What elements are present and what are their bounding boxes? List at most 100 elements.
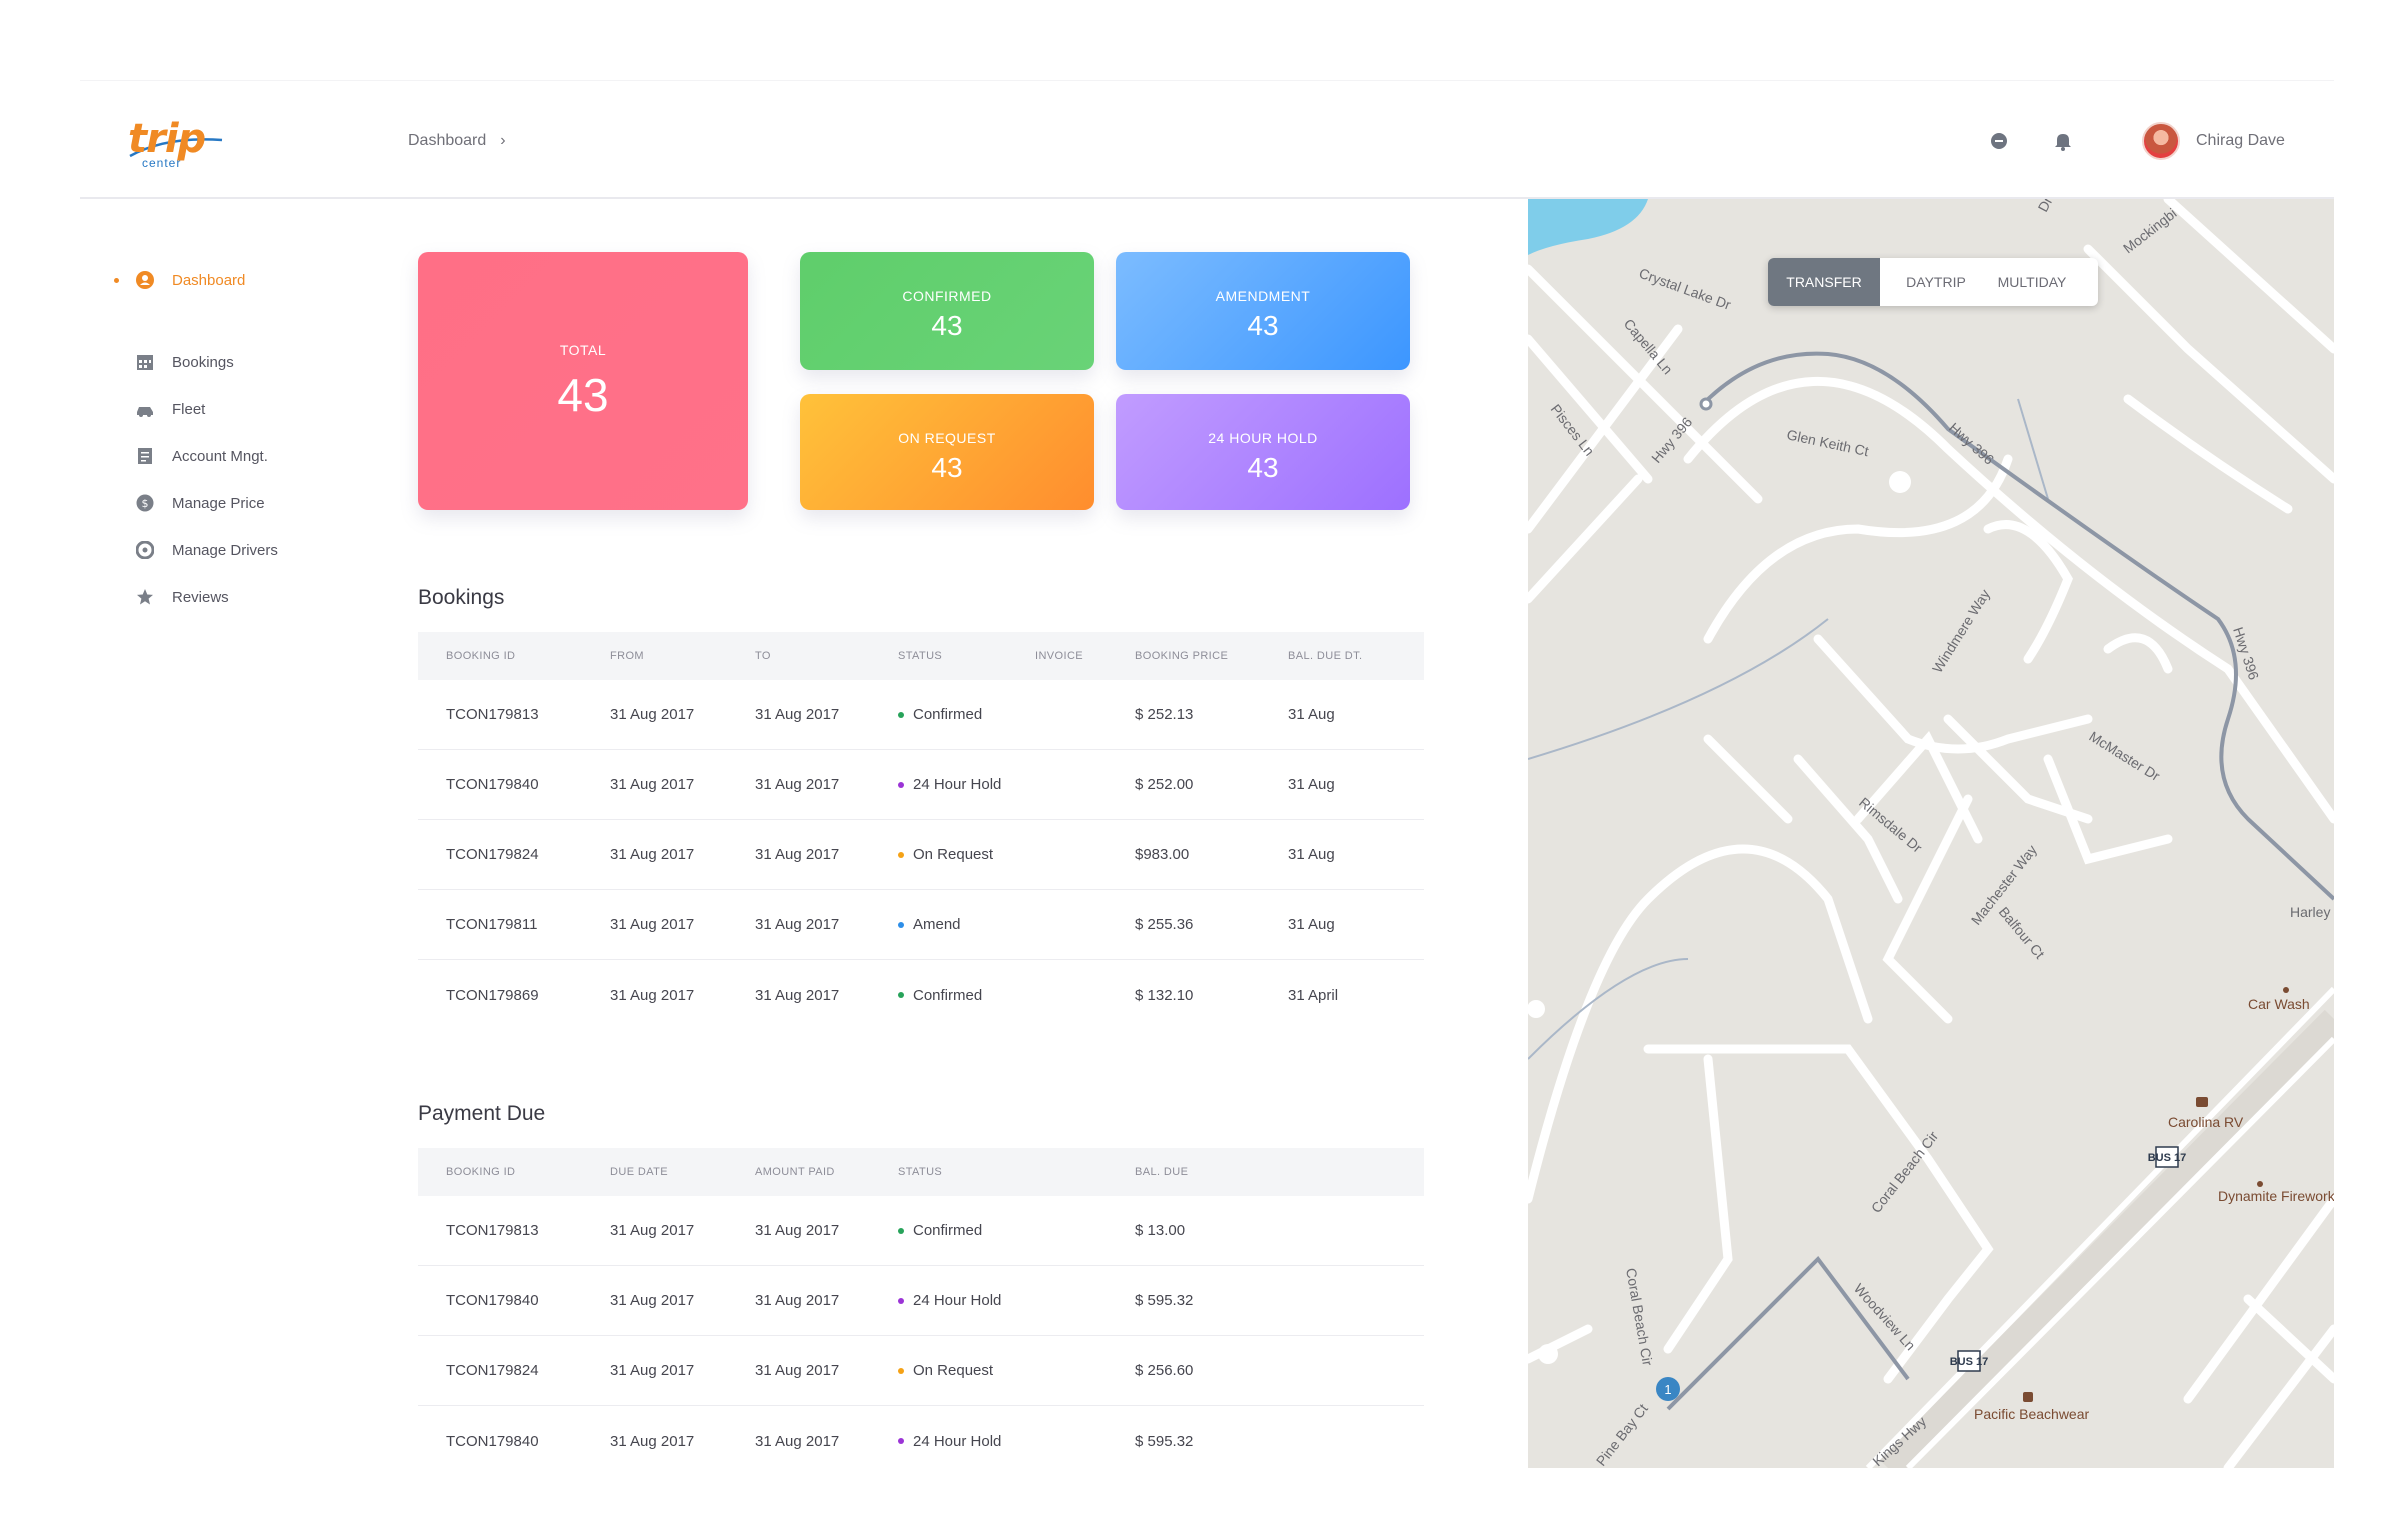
chat-icon[interactable] — [1988, 130, 2010, 152]
to-date: 31 Aug 2017 — [755, 846, 840, 863]
table-row[interactable]: TCON179840 31 Aug 2017 31 Aug 2017 24 Hour … — [418, 1266, 1424, 1336]
col-invoice[interactable]: INVOICE — [1035, 650, 1083, 662]
avatar[interactable] — [2142, 122, 2180, 160]
bell-icon[interactable] — [2052, 130, 2074, 152]
user-circle-icon — [136, 271, 154, 289]
to-date: 31 Aug 2017 — [755, 776, 840, 793]
map-canvas[interactable]: 1 Crystal Lake Dr Capella Ln Pisces Ln H… — [1528, 199, 2334, 1468]
col-booking-id[interactable]: BOOKING ID — [446, 650, 515, 662]
table-header: BOOKING ID DUE DATE AMOUNT PAID STATUS B… — [418, 1148, 1424, 1196]
sidebar-item-manage-price[interactable]: $ Manage Price — [136, 491, 265, 515]
col-booking-id[interactable]: BOOKING ID — [446, 1166, 515, 1178]
table-row[interactable]: TCON179824 31 Aug 2017 31 Aug 2017 On Reque… — [418, 820, 1424, 890]
due-date: 31 Aug 2017 — [610, 1362, 695, 1379]
breadcrumb-dashboard[interactable]: Dashboard — [408, 132, 486, 150]
stat-label: TOTAL — [559, 342, 607, 358]
status-text: 24 Hour Hold — [913, 1432, 1002, 1450]
amount-paid: 31 Aug 2017 — [755, 1432, 840, 1450]
status-text: Amend — [913, 916, 961, 933]
to-date: 31 Aug 2017 — [755, 986, 840, 1004]
status-badge: Confirmed — [898, 706, 982, 723]
stat-card-on-request[interactable]: ON REQUEST 43 — [800, 394, 1094, 510]
booking-price: $ 252.00 — [1135, 776, 1194, 793]
table-row[interactable]: TCON179824 31 Aug 2017 31 Aug 2017 On Reque… — [418, 1336, 1424, 1406]
sidebar-item-label: Account Mngt. — [172, 447, 268, 465]
sidebar-item-reviews[interactable]: Reviews — [136, 585, 229, 609]
sidebar-item-fleet[interactable]: Fleet — [136, 397, 205, 421]
stat-card-24-hour-hold[interactable]: 24 HOUR HOLD 43 — [1116, 394, 1410, 510]
table-row[interactable]: TCON179840 31 Aug 2017 31 Aug 2017 24 Hour … — [418, 1406, 1424, 1476]
col-status[interactable]: STATUS — [898, 1166, 942, 1178]
stat-label: AMENDMENT — [1215, 288, 1311, 304]
stat-card-amendment[interactable]: AMENDMENT 43 — [1116, 252, 1410, 370]
status-dot — [898, 1227, 904, 1234]
booking-id: TCON179811 — [446, 916, 538, 933]
highway-shield-label: BUS 17 — [2148, 1152, 2187, 1164]
stat-label: 24 HOUR HOLD — [1208, 430, 1318, 446]
car-icon — [136, 400, 154, 418]
bal-due-date: 31 Aug — [1288, 916, 1335, 933]
col-amount-paid[interactable]: AMOUNT PAID — [755, 1166, 835, 1178]
map-label: McMaster Dr — [2086, 728, 2163, 784]
booking-id: TCON179813 — [446, 1222, 539, 1239]
status-dot — [898, 1367, 904, 1374]
map-label: Hwy 396 — [1946, 419, 1997, 467]
status-text: Confirmed — [913, 1222, 983, 1239]
to-date: 31 Aug 2017 — [755, 916, 840, 933]
table-row[interactable]: TCON179869 31 Aug 2017 31 Aug 2017 Confirme… — [418, 960, 1424, 1030]
dollar-icon: $ — [136, 494, 154, 512]
col-from[interactable]: FROM — [610, 650, 644, 662]
table-row[interactable]: TCON179840 31 Aug 2017 31 Aug 2017 24 Hour … — [418, 750, 1424, 820]
table-row[interactable]: TCON179813 31 Aug 2017 31 Aug 2017 Confirme… — [418, 680, 1424, 750]
status-dot — [898, 851, 904, 858]
sidebar-item-label: Dashboard — [172, 271, 246, 289]
booking-price: $ 252.13 — [1135, 706, 1194, 723]
status-text: Confirmed — [913, 706, 983, 723]
col-due-date[interactable]: DUE DATE — [610, 1166, 668, 1178]
user-menu[interactable]: Chirag Dave — [2142, 122, 2285, 160]
sidebar-item-manage-drivers[interactable]: Manage Drivers — [136, 538, 278, 562]
table-row[interactable]: TCON179813 31 Aug 2017 31 Aug 2017 Confirme… — [418, 1196, 1424, 1266]
active-indicator — [114, 278, 119, 283]
map-view[interactable]: 1 Crystal Lake Dr Capella Ln Pisces Ln H… — [1528, 199, 2334, 1468]
sidebar-item-label: Fleet — [172, 400, 206, 418]
bal-due: $ 595.32 — [1135, 1292, 1194, 1309]
map-label: Coral Beach Cir — [1868, 1128, 1942, 1216]
tab-multiday[interactable]: MULTIDAY — [1992, 258, 2072, 306]
col-booking-price[interactable]: BOOKING PRICE — [1135, 650, 1228, 662]
stat-card-confirmed[interactable]: CONFIRMED 43 — [800, 252, 1094, 370]
map-poi-label: Carolina RV — [2168, 1114, 2244, 1130]
amount-paid: 31 Aug 2017 — [755, 1222, 840, 1239]
status-badge: Amend — [898, 916, 961, 933]
col-bal-due-dt[interactable]: BAL. DUE DT. — [1288, 650, 1363, 662]
booking-price: $983.00 — [1135, 846, 1190, 863]
stat-label: ON REQUEST — [898, 430, 996, 446]
svg-text:$: $ — [142, 497, 149, 510]
tab-daytrip[interactable]: DAYTRIP — [1880, 258, 1992, 306]
bookings-table: BOOKING ID FROM TO STATUS INVOICE BOOKIN… — [418, 632, 1424, 1030]
status-badge: 24 Hour Hold — [898, 1433, 1001, 1450]
top-header: trip center Dashboard › Chirag Dave — [80, 80, 2334, 199]
map-label: Coral Beach Cir — [1623, 1267, 1656, 1367]
bal-due: $ 595.32 — [1135, 1432, 1194, 1450]
col-status[interactable]: STATUS — [898, 650, 942, 662]
status-badge: Confirmed — [898, 987, 982, 1004]
sidebar-item-dashboard[interactable]: Dashboard — [136, 268, 245, 292]
booking-price: $ 255.36 — [1135, 916, 1194, 933]
table-row[interactable]: TCON179811 31 Aug 2017 31 Aug 2017 Amend $ 2… — [418, 890, 1424, 960]
tab-transfer[interactable]: TRANSFER — [1768, 258, 1880, 306]
sidebar-item-label: Manage Drivers — [172, 541, 278, 559]
status-dot — [898, 921, 904, 928]
map-label: Crystal Lake Dr — [1637, 265, 1733, 313]
stat-card-total[interactable]: TOTAL 43 — [418, 252, 748, 510]
status-dot — [898, 1438, 904, 1444]
amount-paid: 31 Aug 2017 — [755, 1362, 840, 1379]
col-bal-due[interactable]: BAL. DUE — [1135, 1166, 1188, 1178]
stat-label: CONFIRMED — [902, 288, 992, 304]
sidebar-item-bookings[interactable]: Bookings — [136, 350, 234, 374]
brand-logo[interactable]: trip center — [128, 116, 228, 172]
sidebar-item-account[interactable]: Account Mngt. — [136, 444, 268, 468]
booking-id: TCON179840 — [446, 776, 539, 793]
to-date: 31 Aug 2017 — [755, 706, 840, 723]
col-to[interactable]: TO — [755, 650, 771, 662]
